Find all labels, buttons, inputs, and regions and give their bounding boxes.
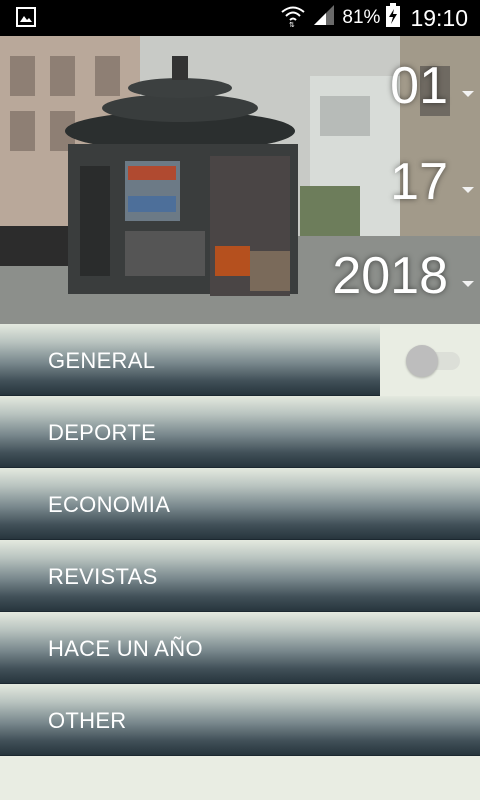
status-time: 19:10: [410, 4, 468, 31]
battery-percent: 81%: [342, 7, 381, 28]
dropdown-caret-icon: [462, 91, 474, 97]
wifi-icon: ⇅: [280, 3, 306, 33]
svg-text:⇅: ⇅: [289, 21, 295, 27]
category-label: GENERAL: [48, 348, 156, 373]
category-label: REVISTAS: [48, 564, 158, 589]
month-value: 01: [390, 57, 448, 115]
year-value: 2018: [332, 247, 448, 305]
battery-icon: [386, 3, 401, 33]
general-toggle-thumb[interactable]: [406, 345, 438, 377]
category-label: ECONOMIA: [48, 492, 171, 517]
header-image: 01 17 2018: [0, 36, 480, 324]
day-selector[interactable]: 17: [390, 156, 474, 208]
category-economia[interactable]: ECONOMIA: [0, 468, 480, 540]
category-label: HACE UN AÑO: [48, 636, 203, 661]
day-value: 17: [390, 153, 448, 211]
dropdown-caret-icon: [462, 281, 474, 287]
dropdown-caret-icon: [462, 187, 474, 193]
status-bar: ⇅ 81% 19:10: [0, 0, 480, 36]
month-selector[interactable]: 01: [390, 60, 474, 112]
category-general[interactable]: GENERAL: [0, 324, 380, 396]
category-deporte[interactable]: DEPORTE: [0, 396, 480, 468]
category-revistas[interactable]: REVISTAS: [0, 540, 480, 612]
year-selector[interactable]: 2018: [332, 250, 474, 302]
category-label: OTHER: [48, 708, 127, 733]
signal-icon: [312, 3, 336, 33]
category-other[interactable]: OTHER: [0, 684, 480, 756]
category-hace-un-ano[interactable]: HACE UN AÑO: [0, 612, 480, 684]
gallery-icon: [16, 7, 36, 27]
category-label: DEPORTE: [48, 420, 157, 445]
